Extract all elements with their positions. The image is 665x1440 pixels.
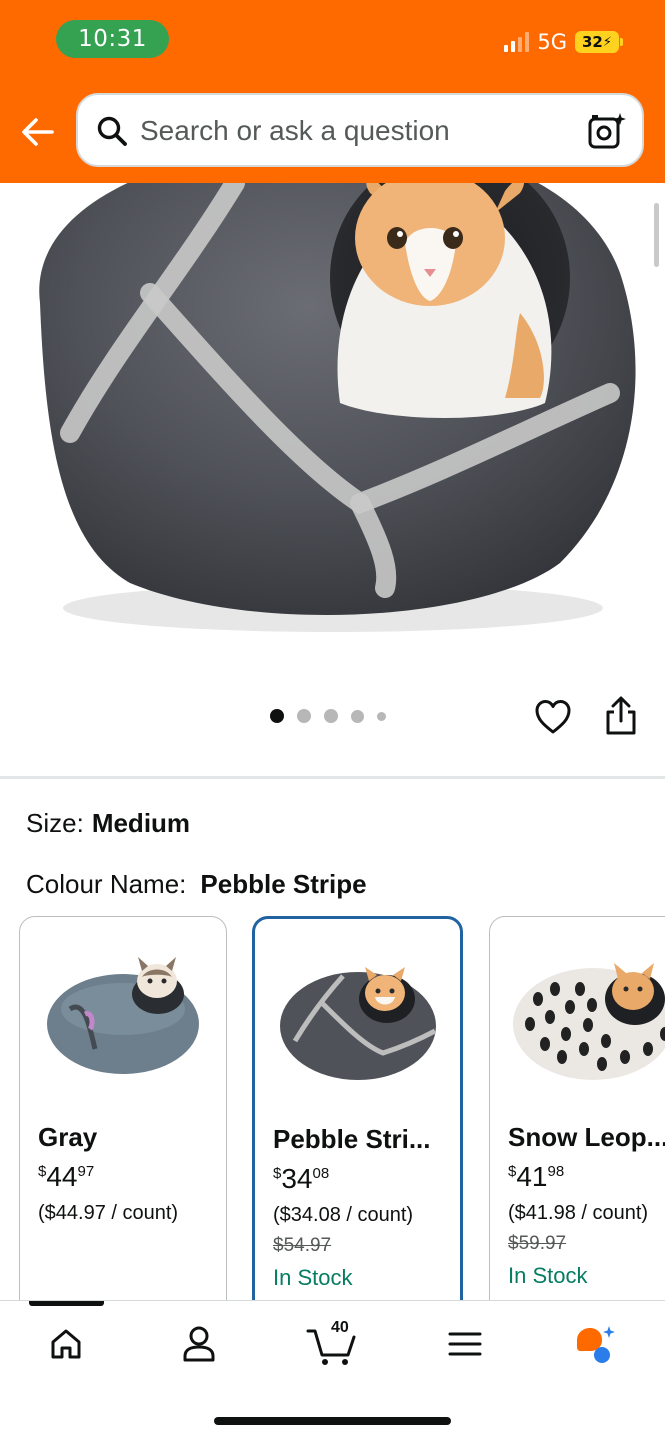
image-pagination[interactable]: [270, 709, 386, 723]
size-value: Medium: [91, 808, 191, 838]
size-selection: Size: Medium: [26, 808, 190, 839]
search-bar[interactable]: [76, 93, 644, 167]
swatch-unit-price: ($41.98 / count): [508, 1202, 649, 1224]
account-icon: [183, 1326, 215, 1362]
swatch-stock-status: In Stock: [508, 1263, 588, 1288]
heart-icon[interactable]: [534, 698, 572, 736]
swatch-name: Snow Leop...: [508, 1122, 665, 1152]
rufus-icon: [577, 1326, 615, 1363]
section-divider: [0, 776, 665, 779]
colour-selection: Colour Name: Pebble Stripe: [26, 869, 367, 900]
swatch-image-gray: [47, 957, 199, 1074]
swatch-card-gray[interactable]: Gray $4497 ($44.97 / count): [19, 916, 227, 1316]
pagination-dot[interactable]: [324, 709, 338, 723]
colour-value: Pebble Stripe: [200, 869, 367, 899]
pagination-dot[interactable]: [377, 711, 386, 721]
pagination-dot[interactable]: [297, 709, 311, 723]
share-icon[interactable]: [604, 696, 638, 736]
swatch-unit-price: ($44.97 / count): [38, 1202, 179, 1224]
search-input[interactable]: [140, 113, 570, 149]
product-image[interactable]: [0, 183, 665, 673]
swatch-image-snow-leopard: [513, 963, 665, 1080]
menu-icon: [448, 1332, 482, 1356]
signal-icon: [504, 32, 530, 52]
swatch-unit-price: ($34.08 / count): [273, 1204, 414, 1226]
app-header: 10:31 5G 32 ⚡: [0, 0, 665, 183]
home-icon: [51, 1329, 81, 1359]
swatch-price: $4497: [38, 1161, 95, 1192]
cat-cave-photo: [39, 183, 636, 632]
size-label: Size:: [26, 808, 84, 838]
colour-label: Colour Name:: [26, 869, 187, 899]
nav-cart[interactable]: 40: [297, 1319, 367, 1369]
swatch-list-price: $59.97: [508, 1233, 567, 1254]
camera-search-icon[interactable]: [586, 111, 626, 151]
battery-level: 32: [581, 33, 603, 51]
swatch-name: Gray: [38, 1122, 98, 1152]
swatch-list-price: $54.97: [273, 1235, 332, 1256]
pagination-dot[interactable]: [351, 709, 364, 723]
back-arrow-icon[interactable]: [18, 112, 58, 152]
nav-active-indicator: [29, 1301, 104, 1306]
swatch-price: $4198: [508, 1161, 565, 1192]
nav-account[interactable]: [164, 1319, 234, 1369]
home-indicator[interactable]: [214, 1417, 451, 1425]
swatch-image-pebble-stripe: [280, 967, 437, 1080]
cart-count-badge: 40: [331, 1319, 349, 1336]
pagination-dot-active[interactable]: [270, 709, 284, 723]
status-time: 10:31: [56, 20, 169, 58]
network-type: 5G: [537, 30, 567, 54]
status-indicators: 5G 32 ⚡: [504, 30, 623, 54]
swatch-stock-status: In Stock: [273, 1265, 353, 1290]
battery-icon: 32 ⚡: [575, 31, 623, 53]
nav-home[interactable]: [31, 1319, 101, 1369]
nav-menu[interactable]: [430, 1319, 500, 1369]
swatch-card-snow-leopard[interactable]: Snow Leop... $4198 ($41.98 / count) $59.…: [489, 916, 665, 1316]
search-icon: [97, 116, 127, 146]
page-scrollbar[interactable]: [654, 203, 659, 267]
swatch-name: Pebble Stri...: [273, 1124, 431, 1154]
nav-rufus[interactable]: [560, 1319, 630, 1369]
swatch-price: $3408: [273, 1163, 330, 1194]
swatch-card-pebble-stripe[interactable]: Pebble Stri... $3408 ($34.08 / count) $5…: [252, 916, 463, 1316]
